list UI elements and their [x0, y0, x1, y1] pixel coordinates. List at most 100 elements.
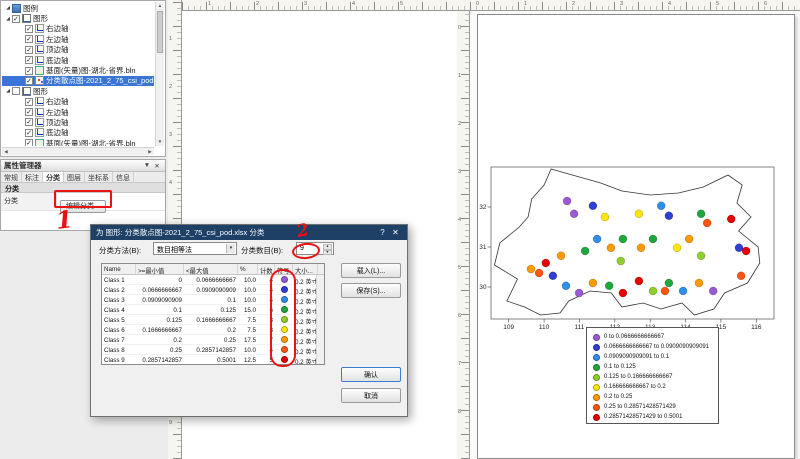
symbol-swatch[interactable] [281, 276, 288, 283]
tree-item[interactable]: ✓左边轴 [2, 107, 154, 117]
spin-down-icon[interactable]: ▼ [323, 250, 332, 256]
legend-entry: 0.125 to 0.166666666667 [593, 372, 718, 382]
tree-item[interactable]: ✓左边轴 [2, 34, 154, 44]
scroll-down-icon[interactable]: ▼ [156, 138, 164, 146]
tab-图层[interactable]: 图层 [64, 172, 85, 182]
tab-标注[interactable]: 标注 [22, 172, 43, 182]
scroll-up-icon[interactable]: ▲ [156, 2, 164, 10]
tab-信息[interactable]: 信息 [113, 172, 134, 182]
tree-item[interactable]: ◢图形 [2, 86, 154, 96]
edit-classification-button[interactable]: 编辑分类... [60, 200, 106, 213]
column-header[interactable]: Name [102, 264, 136, 274]
table-row[interactable]: Class 100.066666666710.040.2 英寸 [102, 275, 316, 285]
column-header[interactable]: <最大值 [184, 264, 238, 274]
symbol-swatch[interactable] [281, 306, 288, 313]
column-header[interactable]: 符号... [275, 264, 293, 274]
data-point [703, 219, 711, 227]
checkbox[interactable]: ✓ [25, 67, 33, 75]
table-header-row: Name>=最小值<最大值%计数符号...大小... [102, 264, 324, 275]
table-row[interactable]: Class 30.09090909090.110.040.2 英寸 [102, 295, 316, 305]
checkbox[interactable]: ✓ [25, 56, 33, 64]
save-button[interactable]: 保存(S)... [341, 283, 401, 298]
column-header[interactable]: 计数 [258, 264, 275, 274]
checkbox[interactable]: ✓ [25, 139, 33, 146]
scroll-left-icon[interactable]: ◀ [2, 148, 10, 156]
help-icon[interactable]: ? [376, 228, 389, 237]
data-point [685, 235, 693, 243]
table-row[interactable]: Class 20.06666666670.090909090910.040.2 … [102, 285, 316, 295]
checkbox[interactable]: ✓ [25, 129, 33, 137]
tab-常规[interactable]: 常规 [1, 172, 22, 182]
symbol-swatch[interactable] [281, 326, 288, 333]
chevron-down-icon[interactable]: ▾ [226, 244, 235, 253]
class-percent: 10.0 [238, 285, 258, 294]
tree-item[interactable]: ✓分类散点图-2021_2_75_csi_pod.xlsx [2, 76, 154, 86]
checkbox[interactable]: ✓ [25, 108, 33, 116]
checkbox[interactable] [12, 87, 20, 95]
tree-horizontal-scrollbar[interactable]: ◀ ▶ [2, 147, 154, 155]
tree-item[interactable]: ◢✓图形 [2, 13, 154, 23]
checkbox[interactable]: ✓ [25, 46, 33, 54]
table-row[interactable]: Class 70.20.2517.570.2 英寸 [102, 335, 316, 345]
tree-item[interactable]: ✓底边轴 [2, 55, 154, 65]
checkbox[interactable]: ✓ [25, 25, 33, 33]
classification-section-header[interactable]: 分类 [1, 183, 165, 193]
expander-icon[interactable]: ◢ [4, 16, 12, 22]
checkbox[interactable]: ✓ [25, 35, 33, 43]
axis-icon [35, 45, 44, 54]
column-header[interactable]: >=最小值 [136, 264, 184, 274]
symbol-swatch[interactable] [281, 356, 288, 363]
map-plot[interactable]: 109110111112113114115116303132 [478, 155, 796, 355]
class-count-spinner[interactable]: 9 ▲ ▼ [296, 242, 334, 255]
map-legend[interactable]: 0 to 0.06666666666670.0666666666667 to 0… [586, 327, 719, 424]
ruler-number: 8 [458, 409, 461, 415]
checkbox[interactable]: ✓ [25, 118, 33, 126]
pin-icon[interactable]: ▼ [142, 162, 152, 169]
data-point [657, 202, 665, 210]
table-scrollbar[interactable] [316, 275, 324, 364]
tree-item[interactable]: ◢图例 [2, 3, 154, 13]
close-icon[interactable]: ✕ [389, 228, 402, 237]
dialog-titlebar[interactable]: 为 图形: 分类散点图-2021_2_75_csi_pod.xlsx 分类 ? … [91, 225, 407, 240]
legend-label: 0.1 to 0.125 [604, 364, 636, 370]
tree-vertical-scrollbar[interactable]: ▲ ▼ [155, 2, 164, 146]
table-row[interactable]: Class 50.1250.16666666677.530.2 英寸 [102, 315, 316, 325]
ok-button[interactable]: 确认 [341, 367, 401, 382]
checkbox[interactable]: ✓ [25, 98, 33, 106]
checkbox[interactable]: ✓ [25, 77, 33, 85]
legend-swatch [593, 374, 600, 381]
data-point [635, 210, 643, 218]
scroll-right-icon[interactable]: ▶ [146, 148, 154, 156]
table-row[interactable]: Class 80.250.285714285710.040.2 英寸 [102, 345, 316, 355]
symbol-swatch[interactable] [281, 336, 288, 343]
tree-item[interactable]: ✓右边轴 [2, 24, 154, 34]
symbol-swatch[interactable] [281, 346, 288, 353]
expander-icon[interactable]: ◢ [4, 88, 12, 94]
expander-icon[interactable]: ◢ [4, 5, 12, 11]
symbol-swatch[interactable] [281, 296, 288, 303]
close-icon[interactable]: ✕ [152, 162, 162, 170]
tab-坐标系[interactable]: 坐标系 [85, 172, 113, 182]
table-row[interactable]: Class 90.28571428570.500112.550.2 英寸 [102, 355, 316, 364]
checkbox[interactable]: ✓ [12, 15, 20, 23]
table-row[interactable]: Class 40.10.12515.060.2 英寸 [102, 305, 316, 315]
symbol-swatch[interactable] [281, 286, 288, 293]
tree-item[interactable]: ✓底边轴 [2, 128, 154, 138]
tree-item[interactable]: ✓基面(矢量)图-湖北-省界.bln [2, 138, 154, 146]
tree-item[interactable]: ✓顶边轴 [2, 45, 154, 55]
legend-icon [12, 4, 21, 13]
cancel-button[interactable]: 取消 [341, 388, 401, 403]
tree-item[interactable]: ✓右边轴 [2, 97, 154, 107]
load-button[interactable]: 载入(L)... [341, 263, 401, 278]
province-outline [495, 169, 760, 315]
tab-分类[interactable]: 分类 [43, 172, 64, 182]
tree-item[interactable]: ✓顶边轴 [2, 117, 154, 127]
scroll-thumb[interactable] [157, 11, 163, 53]
class-name: Class 6 [102, 325, 136, 334]
table-row[interactable]: Class 60.16666666670.27.530.2 英寸 [102, 325, 316, 335]
tree-item[interactable]: ✓基面(矢量)图-湖北-省界.bln [2, 65, 154, 75]
column-header[interactable]: % [238, 264, 258, 274]
symbol-swatch[interactable] [281, 316, 288, 323]
column-header[interactable]: 大小... [293, 264, 318, 274]
classification-method-select[interactable]: 数目相等法 ▾ [153, 242, 237, 255]
